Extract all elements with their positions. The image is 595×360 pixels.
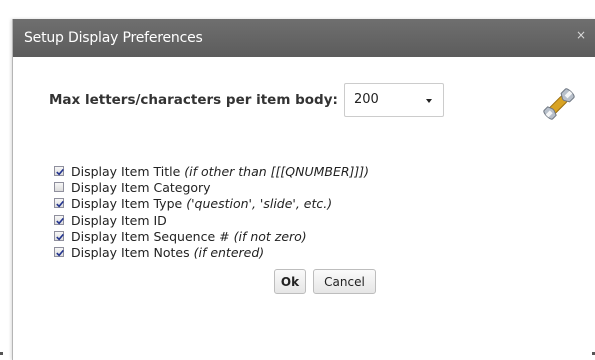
max-characters-label: Max letters/characters per item body: [49, 92, 338, 108]
option-hint: (if not zero) [233, 228, 307, 244]
option-name: Display Item ID [71, 212, 167, 228]
option-display-item-notes[interactable]: Display Item Notes (if entered) [54, 245, 474, 260]
checkbox-icon[interactable] [54, 214, 64, 225]
option-label: Display Item ID [71, 213, 167, 228]
option-display-item-title[interactable]: Display Item Title (if other than [[[QNUM… [54, 164, 474, 179]
option-display-item-sequence[interactable]: Display Item Sequence # (if not zero) [54, 229, 474, 244]
checkbox-icon[interactable] [54, 166, 64, 176]
option-label: Display Item Title (if other than [[[QNUM… [71, 164, 369, 179]
close-icon[interactable]: × [574, 28, 588, 42]
option-display-item-id[interactable]: Display Item ID [54, 213, 474, 228]
option-name: Display Item Type [71, 196, 183, 212]
option-name: Display Item Notes [71, 244, 190, 260]
left-edge-marker [0, 352, 3, 355]
chevron-down-icon [426, 99, 432, 103]
wrench-icon [543, 88, 575, 120]
option-hint: ('question', 'slide', etc.) [186, 196, 333, 212]
ok-button[interactable]: Ok [274, 269, 306, 294]
max-characters-row: Max letters/characters per item body: 20… [49, 83, 449, 117]
checkbox-icon[interactable] [54, 230, 64, 241]
option-label: Display Item Category [71, 180, 211, 195]
dialog-title: Setup Display Preferences [24, 30, 203, 46]
option-name: Display Item Sequence # [71, 228, 230, 244]
cancel-button[interactable]: Cancel [313, 269, 376, 294]
option-label: Display Item Sequence # (if not zero) [71, 229, 307, 244]
checkbox-icon[interactable] [54, 182, 64, 193]
max-characters-select[interactable]: 200 [344, 83, 444, 117]
option-name: Display Item Title [71, 164, 181, 179]
option-display-item-type[interactable]: Display Item Type ('question', 'slide', e… [54, 196, 474, 211]
option-label: Display Item Notes (if entered) [71, 245, 264, 260]
checkbox-icon[interactable] [54, 198, 64, 209]
max-characters-value: 200 [354, 92, 379, 107]
option-hint: (if entered) [193, 244, 265, 260]
display-preferences-dialog: Setup Display Preferences × Max letters/… [12, 19, 595, 360]
checkbox-icon[interactable] [54, 246, 64, 257]
option-label: Display Item Type ('question', 'slide', e… [71, 196, 332, 211]
option-name: Display Item Category [71, 180, 211, 196]
option-hint: (if other than [[[QNUMBER]]]) [184, 164, 370, 179]
display-options-list: Display Item Title (if other than [[[QNUM… [54, 164, 474, 261]
dialog-titlebar[interactable]: Setup Display Preferences × [13, 19, 595, 57]
option-display-item-category[interactable]: Display Item Category [54, 180, 474, 195]
